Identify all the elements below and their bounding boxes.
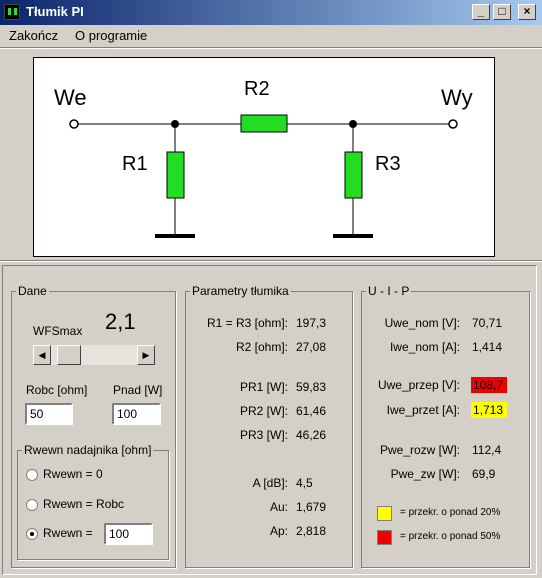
group-uip-title: U - I - P <box>368 284 410 298</box>
param-label: PR1 [W]: <box>239 380 288 394</box>
title-bar: Tłumik PI _ □ × <box>0 0 542 25</box>
resistor-r2 <box>240 114 288 133</box>
menu-bar: Zakończ O programie <box>0 25 542 46</box>
param-value: 1,679 <box>296 500 327 514</box>
wfs-slider[interactable]: ◀ ▶ <box>33 345 155 365</box>
slider-thumb[interactable] <box>57 345 81 365</box>
circuit-svg: We Wy R2 R1 R3 <box>54 78 473 238</box>
uip-value-warning-red: 108,7 <box>471 377 507 393</box>
group-dane-title: Dane <box>18 284 47 298</box>
param-label: Ap: <box>269 524 288 538</box>
label-r3: R3 <box>375 153 401 175</box>
param-value: 61,46 <box>296 404 327 418</box>
slider-right-arrow[interactable]: ▶ <box>137 345 155 365</box>
uip-label: Pwe_zw [W]: <box>390 467 460 481</box>
wfs-label: WFSmax <box>33 324 83 338</box>
menu-item-zakoncz[interactable]: Zakończ <box>9 28 58 43</box>
group-rwewn-title: Rwewn nadajnika [ohm] <box>24 443 152 457</box>
legend-red-text: = przekr. o ponad 50% <box>400 531 501 542</box>
param-label: PR2 [W]: <box>239 404 288 418</box>
pnad-label: Pnad [W] <box>113 383 163 397</box>
circuit-diagram: We Wy R2 R1 R3 <box>33 57 495 257</box>
uip-label: Iwe_przet [A]: <box>386 403 460 417</box>
menu-separator <box>0 47 542 49</box>
app-icon <box>4 4 20 20</box>
radio-rwewn-0-label: Rwewn = 0 <box>43 467 103 481</box>
legend-red-swatch <box>377 530 392 545</box>
legend-yellow-swatch <box>377 506 392 521</box>
label-r2: R2 <box>244 78 270 100</box>
resistor-r3 <box>344 151 363 199</box>
param-label: R2 [ohm]: <box>235 340 288 354</box>
uip-label: Uwe_przep [V]: <box>377 378 460 392</box>
uip-value-warning-yellow: 1,713 <box>471 402 507 418</box>
menu-item-o-programie[interactable]: O programie <box>75 28 147 43</box>
radio-rwewn-custom-label: Rwewn = <box>43 526 93 540</box>
param-label: R1 = R3 [ohm]: <box>206 316 288 330</box>
param-label: A [dB]: <box>252 476 288 490</box>
maximize-button[interactable]: □ <box>493 4 511 20</box>
robc-input[interactable]: 50 <box>25 403 73 425</box>
param-value: 197,3 <box>296 316 327 330</box>
param-value: 4,5 <box>296 476 313 490</box>
window-title: Tłumik PI <box>26 4 84 19</box>
param-label: PR3 [W]: <box>239 428 288 442</box>
radio-rwewn-robc[interactable] <box>26 499 38 511</box>
close-button[interactable]: × <box>518 4 536 20</box>
param-value: 46,26 <box>296 428 327 442</box>
uip-value: 1,414 <box>472 340 503 354</box>
output-terminal <box>448 119 458 129</box>
rwewn-input[interactable]: 100 <box>104 523 153 545</box>
label-wy: Wy <box>441 85 473 110</box>
legend-yellow-text: = przekr. o ponad 20% <box>400 507 501 518</box>
uip-value: 69,9 <box>472 467 496 481</box>
uip-value: 70,71 <box>472 316 503 330</box>
radio-rwewn-0[interactable] <box>26 469 38 481</box>
uip-label: Uwe_nom [V]: <box>384 316 460 330</box>
uip-value: 112,4 <box>472 443 502 457</box>
param-value: 2,818 <box>296 524 327 538</box>
label-r1: R1 <box>122 153 148 175</box>
resistor-r1 <box>166 151 185 199</box>
wfs-value: 2,1 <box>105 309 136 334</box>
input-terminal <box>69 119 79 129</box>
label-we: We <box>54 85 87 110</box>
param-value: 59,83 <box>296 380 327 394</box>
param-label: Au: <box>269 500 288 514</box>
param-value: 27,08 <box>296 340 327 354</box>
section-separator <box>0 260 542 262</box>
minimize-button[interactable]: _ <box>472 4 490 20</box>
slider-left-arrow[interactable]: ◀ <box>33 345 51 365</box>
uip-label: Pwe_rozw [W]: <box>379 443 460 457</box>
group-parametry-title: Parametry tłumika <box>192 284 289 298</box>
radio-rwewn-custom[interactable] <box>26 528 38 540</box>
radio-rwewn-robc-label: Rwewn = Robc <box>43 497 125 511</box>
uip-label: Iwe_nom [A]: <box>389 340 460 354</box>
pnad-input[interactable]: 100 <box>112 403 161 425</box>
robc-label: Robc [ohm] <box>26 383 88 397</box>
